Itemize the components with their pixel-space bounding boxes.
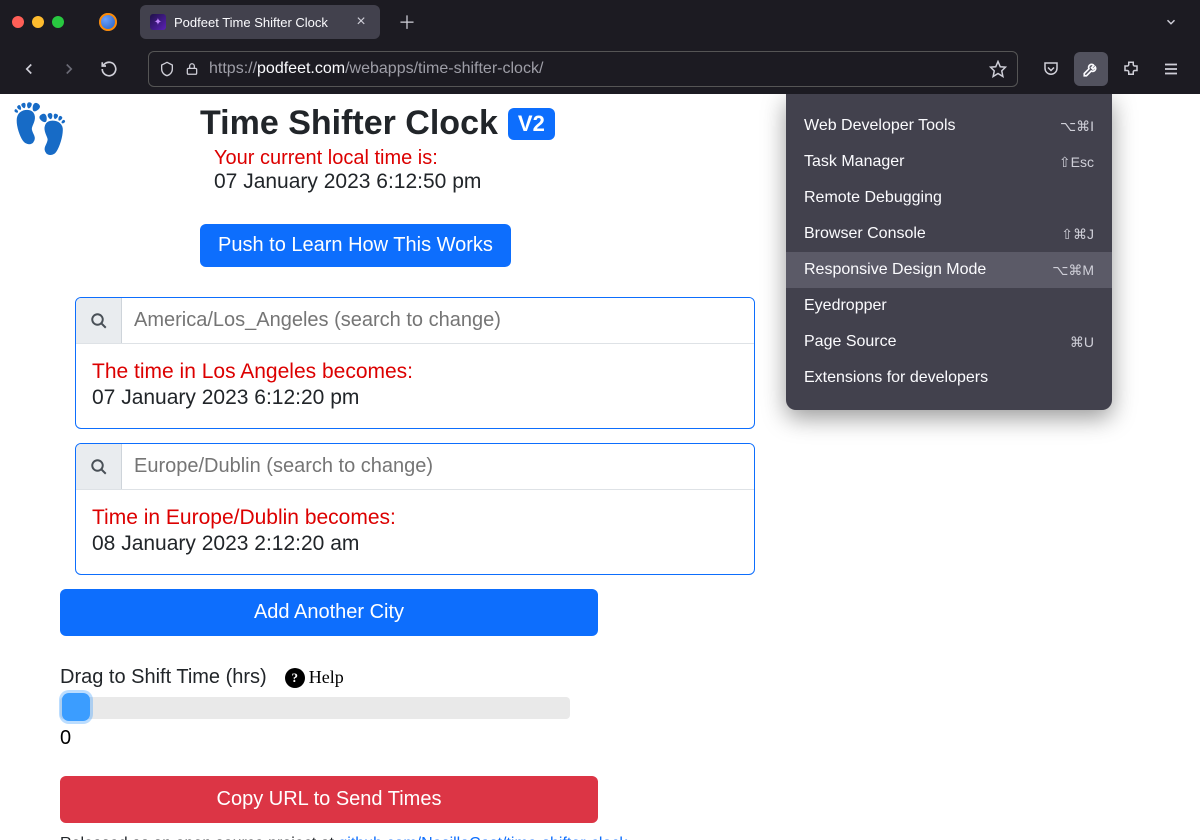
url-bar[interactable]: https://podfeet.com/webapps/time-shifter… [148,51,1018,87]
bookmark-star-icon[interactable] [989,60,1007,78]
city-time-value: 08 January 2023 2:12:20 am [92,532,738,556]
firefox-icon [99,13,117,31]
help-label: Help [309,667,344,688]
dev-menu-item[interactable]: Web Developer Tools ⌥⌘I [786,108,1112,144]
city-card: Time in Europe/Dublin becomes: 08 Januar… [75,443,755,575]
dev-menu-item-shortcut: ⌘U [1070,334,1094,351]
tabs-dropdown-icon[interactable] [1154,5,1188,39]
copy-url-button[interactable]: Copy URL to Send Times [60,776,598,823]
dev-menu-item-shortcut: ⌥⌘I [1060,118,1094,135]
url-path: /webapps/time-shifter-clock/ [345,60,543,77]
back-button[interactable] [12,52,46,86]
dev-menu-item-label: Web Developer Tools [804,117,956,135]
reload-button[interactable] [92,52,126,86]
app-menu-icon[interactable] [1154,52,1188,86]
city-time-value: 07 January 2023 6:12:20 pm [92,386,738,410]
tab-title: Podfeet Time Shifter Clock [174,15,344,30]
dev-menu-item-label: Responsive Design Mode [804,261,986,279]
minimize-window-button[interactable] [32,16,44,28]
devtools-menu: Web Developer Tools ⌥⌘I Task Manager ⇧Esc Re… [786,94,1112,410]
city-search-input[interactable] [122,298,754,343]
dev-menu-item-label: Remote Debugging [804,189,942,207]
url-host: podfeet.com [257,60,345,77]
url-protocol: https:// [209,60,257,77]
extensions-icon[interactable] [1114,52,1148,86]
search-icon [76,298,122,343]
dev-menu-item[interactable]: Page Source ⌘U [786,324,1112,360]
dev-menu-item-shortcut: ⇧⌘J [1061,226,1094,243]
browser-chrome: ✦ Podfeet Time Shifter Clock × ＋ http [0,0,1200,94]
dev-menu-item[interactable]: Task Manager ⇧Esc [786,144,1112,180]
titlebar: ✦ Podfeet Time Shifter Clock × ＋ [0,0,1200,44]
toolbar: https://podfeet.com/webapps/time-shifter… [0,44,1200,94]
footer-prefix: Released as an open source project at [60,835,338,840]
devtools-button[interactable] [1074,52,1108,86]
dev-menu-item-shortcut: ⌥⌘M [1052,262,1094,279]
add-city-button[interactable]: Add Another City [60,589,598,636]
time-shift-slider[interactable] [60,697,570,719]
slider-value: 0 [60,727,960,750]
how-it-works-button[interactable]: Push to Learn How This Works [200,224,511,267]
help-button[interactable]: ? Help [285,667,344,688]
dev-menu-item[interactable]: Extensions for developers [786,360,1112,396]
app-title-text: Time Shifter Clock [200,104,498,143]
search-icon [76,444,122,489]
dev-menu-item[interactable]: Browser Console ⇧⌘J [786,216,1112,252]
lock-icon[interactable] [185,62,199,76]
dev-menu-item-label: Page Source [804,333,897,351]
dev-menu-item[interactable]: Eyedropper [786,288,1112,324]
slider-label: Drag to Shift Time (hrs) [60,666,267,689]
new-tab-button[interactable]: ＋ [394,9,420,35]
firefox-logo [84,6,132,38]
tab-favicon: ✦ [150,14,166,30]
city-time-label: Time in Europe/Dublin becomes: [92,506,738,530]
browser-tab[interactable]: ✦ Podfeet Time Shifter Clock × [140,5,380,39]
url-text: https://podfeet.com/webapps/time-shifter… [209,60,979,78]
city-search-input[interactable] [122,444,754,489]
footprints-logo: 👣 [10,100,70,157]
dev-menu-item-label: Task Manager [804,153,905,171]
help-icon: ? [285,668,305,688]
tab-close-icon[interactable]: × [352,13,370,31]
page-content: 👣 Time Shifter Clock V2 Your current loc… [0,94,1200,840]
maximize-window-button[interactable] [52,16,64,28]
forward-button[interactable] [52,52,86,86]
dev-menu-item-shortcut: ⇧Esc [1059,154,1094,171]
dev-menu-item[interactable]: Responsive Design Mode ⌥⌘M [786,252,1112,288]
footer-link[interactable]: github.com/NosillaCast/time-shifter-cloc… [338,835,627,840]
dev-menu-item-label: Eyedropper [804,297,887,315]
city-time-label: The time in Los Angeles becomes: [92,360,738,384]
dev-menu-item[interactable]: Remote Debugging [786,180,1112,216]
close-window-button[interactable] [12,16,24,28]
shield-icon[interactable] [159,61,175,77]
footer-text: Released as an open source project at gi… [60,835,960,840]
city-card: The time in Los Angeles becomes: 07 Janu… [75,297,755,429]
pocket-icon[interactable] [1034,52,1068,86]
window-controls [12,16,64,28]
dev-menu-item-label: Extensions for developers [804,369,988,387]
version-badge: V2 [508,108,555,140]
dev-menu-item-label: Browser Console [804,225,926,243]
slider-thumb[interactable] [62,693,90,721]
